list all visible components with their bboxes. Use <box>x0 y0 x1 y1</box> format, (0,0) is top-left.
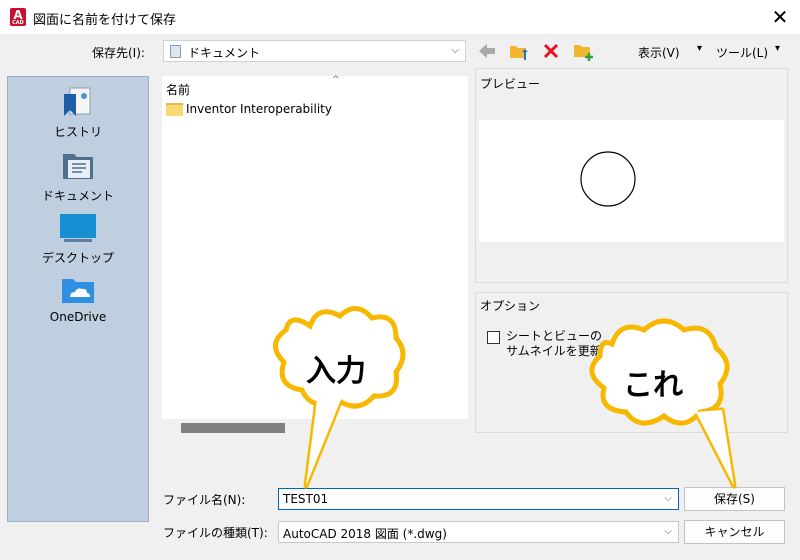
history-icon <box>64 87 91 116</box>
horizontal-scrollbar[interactable] <box>181 423 285 433</box>
back-arrow-icon[interactable] <box>477 42 497 60</box>
options-title: オプション <box>480 299 541 313</box>
tools-menu-arrow-icon[interactable]: ▾ <box>775 43 780 54</box>
right-callout-text: これ <box>623 368 683 403</box>
place-desktop-label: デスクトップ <box>41 251 114 265</box>
place-onedrive-label: OneDrive <box>49 310 107 324</box>
filename-label: ファイル名(N): <box>163 493 246 507</box>
filetype-value: AutoCAD 2018 図面 (*.dwg) <box>283 527 447 541</box>
list-item[interactable]: Inventor Interoperability <box>166 102 332 116</box>
view-menu-arrow-icon[interactable]: ▾ <box>697 43 702 54</box>
window-title: 図面に名前を付けて保存 <box>33 13 177 28</box>
onedrive-icon <box>62 279 94 303</box>
folder-icon <box>166 103 183 116</box>
chevron-down-icon[interactable]: ⌵ <box>451 45 459 56</box>
place-documents[interactable]: ドキュメント <box>8 148 148 204</box>
place-history[interactable]: ヒストリ <box>8 84 148 140</box>
close-icon[interactable]: ✕ <box>772 5 789 29</box>
sort-ascending-icon: ^ <box>332 75 340 85</box>
place-history-label: ヒストリ <box>53 125 102 139</box>
save-in-value: ドキュメント <box>188 46 261 60</box>
filetype-label: ファイルの種類(T): <box>163 526 268 540</box>
filename-value: TEST01 <box>283 492 329 506</box>
folder-name: Inventor Interoperability <box>186 102 332 116</box>
save-in-label: 保存先(I): <box>92 46 145 60</box>
preview-area <box>479 120 784 242</box>
save-button[interactable]: 保存(S) <box>684 487 785 511</box>
update-thumbnail-label: シートとビューの サムネイルを更新 <box>506 329 603 358</box>
delete-icon[interactable] <box>542 42 560 60</box>
new-folder-icon[interactable] <box>572 40 596 62</box>
documents-icon <box>63 154 93 179</box>
preview-title: プレビュー <box>480 77 541 91</box>
chevron-down-icon[interactable]: ⌵ <box>664 526 672 537</box>
up-folder-icon[interactable] <box>508 40 530 62</box>
chevron-down-icon[interactable]: ⌵ <box>664 493 672 504</box>
autocad-app-icon: A CAD <box>10 8 26 26</box>
tools-menu[interactable]: ツール(L) <box>716 44 768 61</box>
cancel-button[interactable]: キャンセル <box>684 520 785 544</box>
update-thumbnail-checkbox[interactable] <box>487 331 500 344</box>
filename-input[interactable]: TEST01 ⌵ <box>278 488 679 510</box>
close-button[interactable]: ✕ <box>764 2 796 32</box>
view-menu[interactable]: 表示(V) <box>638 44 680 61</box>
place-documents-label: ドキュメント <box>41 189 114 203</box>
desktop-icon <box>60 214 96 242</box>
column-header-name[interactable]: 名前 <box>166 81 190 98</box>
preview-drawing <box>580 151 636 207</box>
document-icon <box>170 45 181 58</box>
place-desktop[interactable]: デスクトップ <box>8 210 148 266</box>
filetype-combo[interactable]: AutoCAD 2018 図面 (*.dwg) ⌵ <box>278 521 679 543</box>
place-onedrive[interactable]: OneDrive <box>8 273 148 324</box>
save-in-combo[interactable]: ドキュメント ⌵ <box>163 40 466 62</box>
left-callout-text: 入力 <box>306 354 366 389</box>
